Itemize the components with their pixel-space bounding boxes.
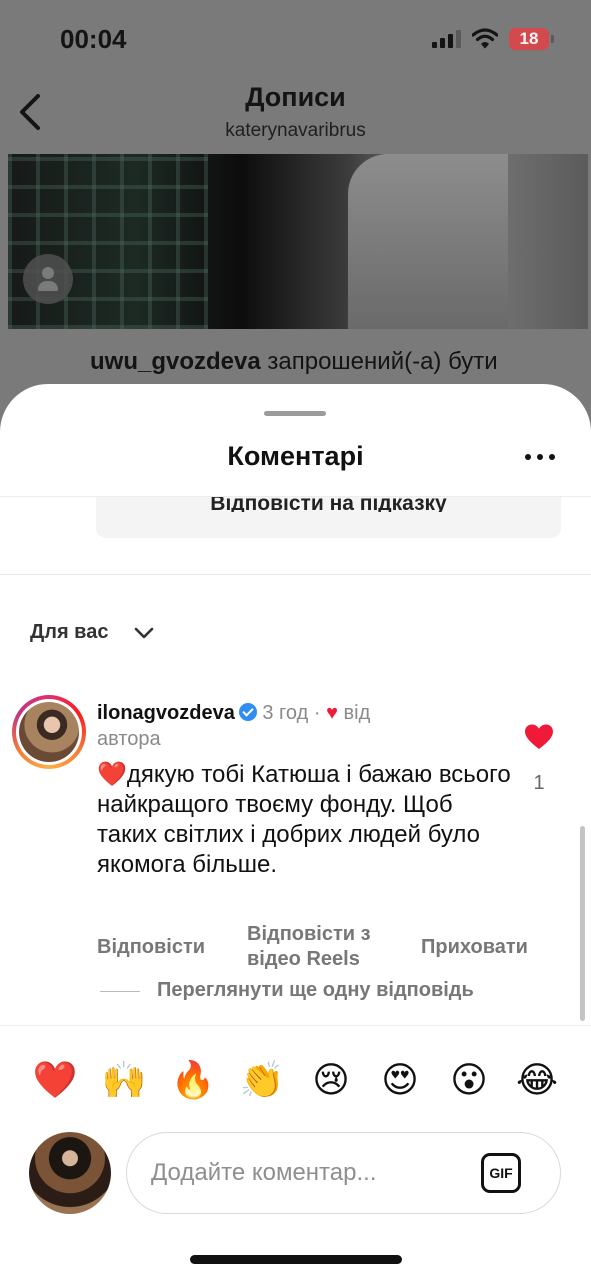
signal-icon bbox=[432, 30, 462, 48]
wifi-icon bbox=[472, 28, 498, 49]
reply-button[interactable]: Відповісти bbox=[97, 935, 205, 960]
like-count: 1 bbox=[533, 772, 545, 794]
quick-emoji-bar: ❤️ 🙌 🔥 👏 😢 😍 😮 😂 bbox=[0, 1056, 591, 1106]
page-title: Дописи bbox=[245, 82, 346, 112]
meta-separator: · bbox=[313, 702, 321, 724]
status-bar: 00:04 18 bbox=[0, 0, 591, 80]
sheet-title: Коментарі bbox=[227, 441, 364, 471]
caption-username[interactable]: uwu_gvozdeva bbox=[90, 348, 261, 375]
video-frame-detail bbox=[8, 154, 208, 329]
heart-icon[interactable] bbox=[524, 723, 554, 751]
divider bbox=[0, 574, 591, 575]
emoji-button[interactable]: 🔥 bbox=[168, 1056, 218, 1106]
reply-with-reels-button[interactable]: Відповісти з відео Reels bbox=[247, 922, 397, 972]
comment-time: 3 год bbox=[262, 702, 309, 724]
emoji-button[interactable]: 👏 bbox=[237, 1056, 287, 1106]
avatar-photo bbox=[19, 702, 79, 762]
current-user-avatar bbox=[29, 1132, 111, 1214]
comment-filter-button[interactable]: Для вас bbox=[30, 621, 108, 644]
comments-sheet: Коментарі Відповісти на підказку Для вас… bbox=[0, 384, 591, 1280]
verified-icon bbox=[238, 703, 257, 721]
comment-heart-emoji: ❤️ bbox=[97, 761, 127, 788]
view-more-replies-button[interactable]: Переглянути ще одну відповідь bbox=[157, 979, 474, 1002]
heart-icon: ♥ bbox=[326, 702, 338, 724]
divider bbox=[0, 496, 591, 497]
video-frame-detail bbox=[348, 154, 508, 329]
page-subtitle: katerynavaribrus bbox=[225, 120, 366, 141]
chevron-down-icon[interactable] bbox=[134, 626, 154, 640]
post-caption: uwu_gvozdeva запрошений(-а) бути bbox=[90, 348, 498, 376]
status-time: 00:04 bbox=[60, 24, 127, 54]
divider bbox=[0, 1025, 591, 1026]
emoji-button[interactable]: 😂 bbox=[512, 1056, 562, 1106]
comment-meta: ilonagvozdeva 3 год · ♥ від автора bbox=[97, 700, 427, 752]
hide-comment-button[interactable]: Приховати bbox=[421, 935, 528, 960]
more-icon[interactable] bbox=[520, 450, 560, 464]
emoji-button[interactable]: 😢 bbox=[306, 1056, 356, 1106]
comment-input[interactable]: Додайте коментар... GIF bbox=[126, 1132, 561, 1214]
commenter-avatar[interactable] bbox=[12, 695, 86, 769]
comment-text: ❤️дякую тобі Катюша і бажаю всього найкр… bbox=[97, 760, 517, 880]
comment-body: дякую тобі Катюша і бажаю всього найкращ… bbox=[97, 761, 511, 878]
emoji-button[interactable]: 😮 bbox=[444, 1056, 494, 1106]
emoji-button[interactable]: 😍 bbox=[375, 1056, 425, 1106]
home-indicator bbox=[190, 1255, 402, 1264]
emoji-button[interactable]: 🙌 bbox=[99, 1056, 149, 1106]
post-video[interactable] bbox=[8, 154, 588, 329]
caption-text: запрошений(-а) бути bbox=[260, 348, 498, 375]
comment-input-placeholder: Додайте коментар... bbox=[151, 1159, 377, 1186]
reply-to-prompt-button[interactable]: Відповісти на підказку bbox=[96, 496, 561, 538]
scrollbar[interactable] bbox=[580, 826, 585, 1021]
commenter-username[interactable]: ilonagvozdeva bbox=[97, 702, 235, 724]
reply-to-prompt-label: Відповісти на підказку bbox=[210, 496, 447, 512]
emoji-button[interactable]: ❤️ bbox=[30, 1056, 80, 1106]
battery-tip bbox=[551, 35, 554, 43]
replies-connector-line bbox=[100, 991, 140, 992]
battery-icon: 18 bbox=[509, 28, 549, 50]
gif-icon[interactable]: GIF bbox=[481, 1153, 521, 1193]
user-tag-icon[interactable] bbox=[23, 254, 73, 304]
sheet-grabber[interactable] bbox=[264, 411, 326, 416]
